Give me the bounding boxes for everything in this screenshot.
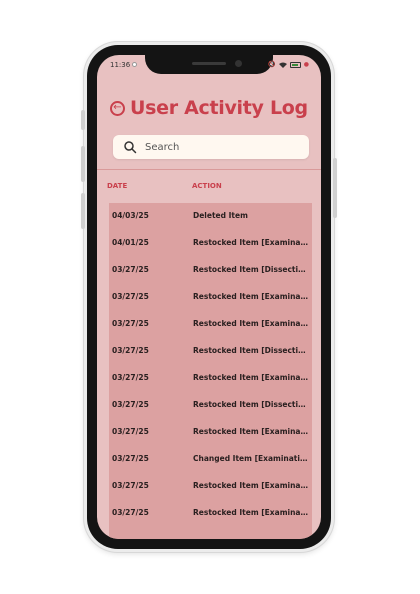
row-action: Restocked Item [Dissecting ...	[193, 400, 309, 409]
phone-volume-down-button	[81, 193, 85, 229]
mute-icon: 🔇	[268, 61, 276, 68]
row-date: 03/27/25	[112, 265, 149, 274]
row-date: 03/27/25	[112, 319, 149, 328]
search-bar[interactable]	[113, 135, 309, 159]
page-title: User Activity Log	[130, 97, 308, 119]
status-icons: 🔇 ●	[268, 61, 309, 68]
column-header-date: DATE	[107, 182, 128, 190]
column-header-action: ACTION	[192, 182, 222, 190]
search-input[interactable]	[143, 140, 307, 154]
table-row[interactable]: 03/27/25 Restocked Item [Examinati...	[109, 473, 312, 500]
table-row[interactable]: 03/27/25 Restocked Item [Examinati...	[109, 365, 312, 392]
front-camera	[235, 60, 242, 67]
row-action: Restocked Item [Examinati...	[193, 292, 309, 301]
phone-volume-up-button	[81, 146, 85, 182]
row-action: Restocked Item [Examinati...	[193, 319, 309, 328]
row-action: Restocked Item [Examinati...	[193, 481, 309, 490]
app-screen: 11:36 🔇 ● ← User Activity Log DATE ACTIO…	[97, 55, 321, 539]
table-row[interactable]: 03/27/25 Restocked Item [Dissecting ...	[109, 338, 312, 365]
row-date: 04/01/25	[112, 238, 149, 247]
row-action: Restocked Item [Examinati...	[193, 373, 309, 382]
table-row[interactable]: 04/01/25 Restocked Item [Examinati...	[109, 230, 312, 257]
row-action: Restocked Item [Dissecting ...	[193, 265, 309, 274]
phone-side-button	[81, 110, 85, 130]
header-divider	[97, 169, 321, 170]
charging-icon: ●	[303, 61, 309, 68]
table-row[interactable]: 03/27/25 Changed Item [Examinatio...	[109, 446, 312, 473]
table-row[interactable]: 03/27/25 Restocked Item [Dissecting ...	[109, 257, 312, 284]
row-action: Restocked Item [Examinati...	[193, 238, 309, 247]
row-action: Deleted Item	[193, 211, 248, 220]
row-action: Restocked Item [Dissecting ...	[193, 346, 309, 355]
row-action: Restocked Item [Examinati...	[193, 427, 309, 436]
notification-dot-icon	[132, 62, 137, 67]
row-date: 03/27/25	[112, 373, 149, 382]
table-row[interactable]: 04/03/25 Deleted Item	[109, 203, 312, 230]
search-icon	[124, 141, 137, 154]
table-row[interactable]: 03/27/25 Restocked Item [Examinati...	[109, 311, 312, 338]
row-date: 03/27/25	[112, 481, 149, 490]
battery-icon	[289, 61, 301, 68]
phone-power-button	[333, 158, 337, 218]
row-action: Restocked Item [Examinati...	[193, 508, 309, 517]
activity-table: 04/03/25 Deleted Item 04/01/25 Restocked…	[109, 203, 312, 539]
row-action: Changed Item [Examinatio...	[193, 454, 309, 463]
speaker-grille	[192, 62, 226, 65]
row-date: 03/27/25	[112, 400, 149, 409]
back-arrow-circle-icon[interactable]: ←	[110, 100, 125, 116]
row-date: 03/27/25	[112, 427, 149, 436]
row-date: 03/27/25	[112, 454, 149, 463]
table-row[interactable]: 03/27/25 Restocked Item [Examinati...	[109, 500, 312, 527]
row-date: 03/27/25	[112, 292, 149, 301]
status-time: 11:36	[110, 61, 131, 69]
row-date: 04/03/25	[112, 211, 149, 220]
phone-notch	[145, 55, 273, 74]
row-date: 03/27/25	[112, 508, 149, 517]
row-date: 03/27/25	[112, 346, 149, 355]
table-row[interactable]: 03/27/25 Restocked Item [Dissecting ...	[109, 392, 312, 419]
table-row[interactable]: 03/27/25 Restocked Item [Examinati...	[109, 419, 312, 446]
wifi-icon	[278, 62, 287, 68]
table-row[interactable]: 03/27/25 Restocked Item [Examinati...	[109, 284, 312, 311]
page-header: ← User Activity Log	[110, 97, 308, 119]
